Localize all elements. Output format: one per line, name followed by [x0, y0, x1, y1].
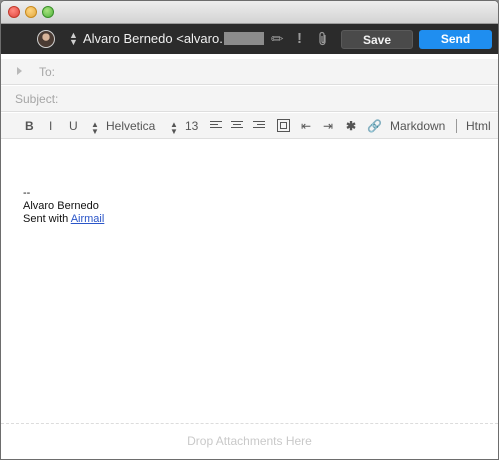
format-separator — [456, 119, 457, 133]
priority-icon[interactable]: ! — [297, 30, 302, 47]
drop-attachments-zone[interactable]: Drop Attachments Here — [1, 423, 498, 459]
format-bar: B I U ▲ ▼ Helvetica ▲ ▼ 13 ⇤ ⇥ ✱ 🔗 Markdow… — [1, 113, 498, 139]
to-field-row[interactable]: To: — [1, 59, 498, 85]
font-select-arrows-icon[interactable]: ▲ ▼ — [91, 121, 99, 136]
subject-label: Subject: — [15, 92, 59, 106]
sent-with-text: Sent with — [23, 213, 69, 225]
title-bar — [1, 1, 498, 24]
signature: -- Alvaro Bernedo Sent with Airmail — [23, 187, 104, 226]
align-left-icon[interactable] — [210, 121, 222, 131]
sender-account-selector[interactable]: Alvaro Bernedo <alvaro. — [83, 31, 264, 46]
italic-button[interactable]: I — [49, 119, 52, 133]
paperclip-icon[interactable] — [317, 31, 329, 47]
pencil-icon[interactable]: ✏ — [271, 30, 284, 48]
compose-toolbar: ▲ ▼ Alvaro Bernedo <alvaro. ✏ ! Save Send — [1, 24, 498, 54]
align-right-icon[interactable] — [253, 121, 265, 131]
align-center-icon[interactable] — [231, 121, 243, 131]
font-name-select[interactable]: Helvetica — [106, 119, 155, 133]
list-icon[interactable]: ✱ — [346, 119, 356, 133]
zoom-window-button[interactable] — [42, 6, 54, 18]
link-icon[interactable]: 🔗 — [367, 119, 382, 133]
close-window-button[interactable] — [8, 6, 20, 18]
redacted-email — [223, 32, 264, 45]
send-button[interactable]: Send — [419, 30, 492, 49]
signature-sent-with: Sent with Airmail — [23, 213, 104, 226]
bold-button[interactable]: B — [25, 119, 34, 133]
block-icon[interactable] — [277, 119, 290, 132]
to-label: To: — [39, 65, 56, 79]
sender-avatar[interactable] — [37, 30, 55, 48]
message-body-editor[interactable]: -- Alvaro Bernedo Sent with Airmail — [1, 139, 498, 423]
markdown-button[interactable]: Markdown — [390, 119, 445, 133]
sender-name: Alvaro Bernedo <alvaro. — [83, 31, 223, 46]
airmail-link[interactable]: Airmail — [71, 213, 105, 225]
size-select-arrows-icon[interactable]: ▲ ▼ — [170, 121, 178, 136]
indent-icon[interactable]: ⇥ — [323, 119, 333, 133]
signature-name: Alvaro Bernedo — [23, 200, 99, 212]
save-button[interactable]: Save — [341, 30, 413, 49]
sender-select-arrows-icon[interactable]: ▲ ▼ — [69, 31, 78, 47]
html-button[interactable]: Html — [466, 119, 491, 133]
signature-separator: -- — [23, 187, 31, 199]
minimize-window-button[interactable] — [25, 6, 37, 18]
subject-field-row[interactable]: Subject: — [1, 86, 498, 112]
outdent-icon[interactable]: ⇤ — [301, 119, 311, 133]
expand-recipients-icon[interactable] — [17, 67, 22, 75]
font-size-select[interactable]: 13 — [185, 119, 198, 133]
compose-window: ▲ ▼ Alvaro Bernedo <alvaro. ✏ ! Save Send… — [0, 0, 499, 460]
underline-button[interactable]: U — [69, 119, 78, 133]
